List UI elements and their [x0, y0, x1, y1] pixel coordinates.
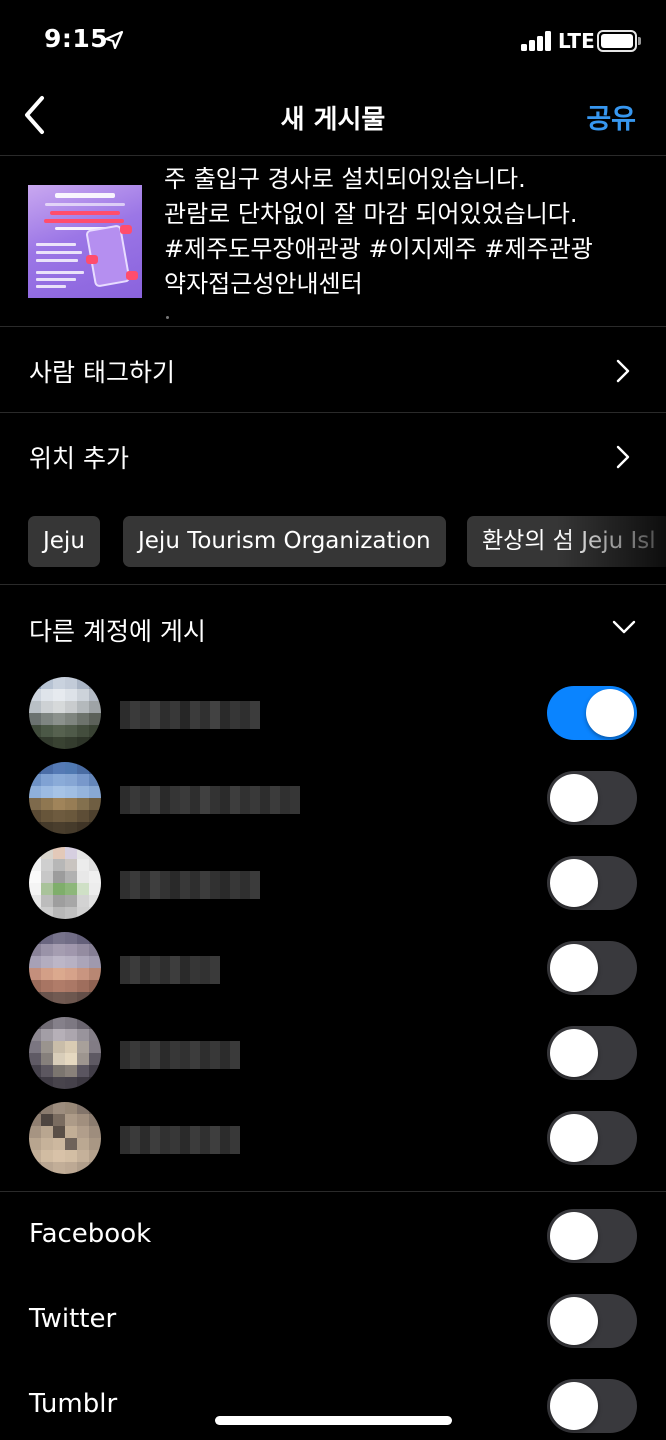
signal-strength-icon: [521, 31, 553, 51]
caption-line: #제주도무장애관광 #이지제주 #제주관광: [164, 235, 593, 263]
account-row: [0, 932, 666, 1017]
account-toggle[interactable]: [547, 941, 637, 995]
account-toggle[interactable]: [547, 771, 637, 825]
caption-line: 관람로 단차없이 잘 마감 되어있었습니다.: [164, 200, 578, 228]
tag-people-label: 사람 태그하기: [29, 358, 175, 387]
scroll-fade: [556, 516, 666, 568]
avatar: [29, 932, 101, 1004]
add-location-label: 위치 추가: [29, 444, 129, 473]
page-title: 새 게시물: [280, 105, 386, 135]
username-blurred: [120, 701, 260, 729]
account-row: [0, 762, 666, 847]
tag-people-row[interactable]: 사람 태그하기: [0, 327, 666, 413]
battery-icon: [597, 30, 641, 52]
location-chip[interactable]: Jeju: [28, 516, 100, 567]
twitter-toggle[interactable]: [547, 1294, 637, 1348]
caption-text[interactable]: 주 출입구 경사로 설치되어있습니다. 관람로 단차없이 잘 마감 되어있었습니…: [164, 162, 654, 302]
username-blurred: [120, 871, 260, 899]
home-indicator[interactable]: [215, 1416, 452, 1425]
navigation-bar: 새 게시물 공유: [0, 84, 666, 154]
avatar: [29, 677, 101, 749]
chevron-right-icon: [616, 445, 630, 469]
avatar: [29, 1102, 101, 1174]
username-blurred: [120, 786, 300, 814]
chevron-right-icon: [616, 359, 630, 383]
account-toggle[interactable]: [547, 686, 637, 740]
post-thumbnail[interactable]: [28, 185, 142, 298]
username-blurred: [120, 1126, 240, 1154]
account-row: [0, 1017, 666, 1102]
share-button[interactable]: 공유: [586, 97, 636, 136]
facebook-row: Facebook: [0, 1192, 666, 1278]
avatar: [29, 762, 101, 834]
chevron-down-icon[interactable]: [612, 620, 636, 634]
account-row: [0, 847, 666, 932]
caption-line: 약자접근성안내센터: [164, 270, 363, 298]
location-chip[interactable]: Jeju Tourism Organization: [123, 516, 446, 567]
account-toggle[interactable]: [547, 1026, 637, 1080]
avatar: [29, 1017, 101, 1089]
caption-line: 주 출입구 경사로 설치되어있습니다.: [164, 165, 526, 193]
username-blurred: [120, 956, 220, 984]
account-row: [0, 677, 666, 762]
tumblr-label: Tumblr: [29, 1389, 118, 1419]
facebook-label: Facebook: [29, 1219, 152, 1249]
username-blurred: [120, 1041, 240, 1069]
location-arrow-icon: [104, 30, 124, 50]
divider: [0, 584, 666, 585]
tumblr-toggle[interactable]: [547, 1379, 637, 1433]
post-to-other-accounts-heading[interactable]: 다른 계정에 게시: [29, 612, 206, 648]
location-suggestions: Jeju Jeju Tourism Organization 환상의 섬 Jej…: [28, 516, 666, 568]
status-bar: 9:15 LTE: [0, 0, 666, 84]
account-toggle[interactable]: [547, 1111, 637, 1165]
facebook-toggle[interactable]: [547, 1209, 637, 1263]
twitter-label: Twitter: [29, 1304, 117, 1334]
divider: [0, 155, 666, 156]
account-row: [0, 1102, 666, 1187]
tumblr-row: Tumblr: [0, 1362, 666, 1440]
add-location-row[interactable]: 위치 추가: [0, 413, 666, 499]
status-time: 9:15: [44, 24, 109, 53]
account-toggle[interactable]: [547, 856, 637, 910]
avatar: [29, 847, 101, 919]
network-type: LTE: [558, 29, 595, 53]
twitter-row: Twitter: [0, 1277, 666, 1363]
text-cursor: [166, 316, 169, 319]
